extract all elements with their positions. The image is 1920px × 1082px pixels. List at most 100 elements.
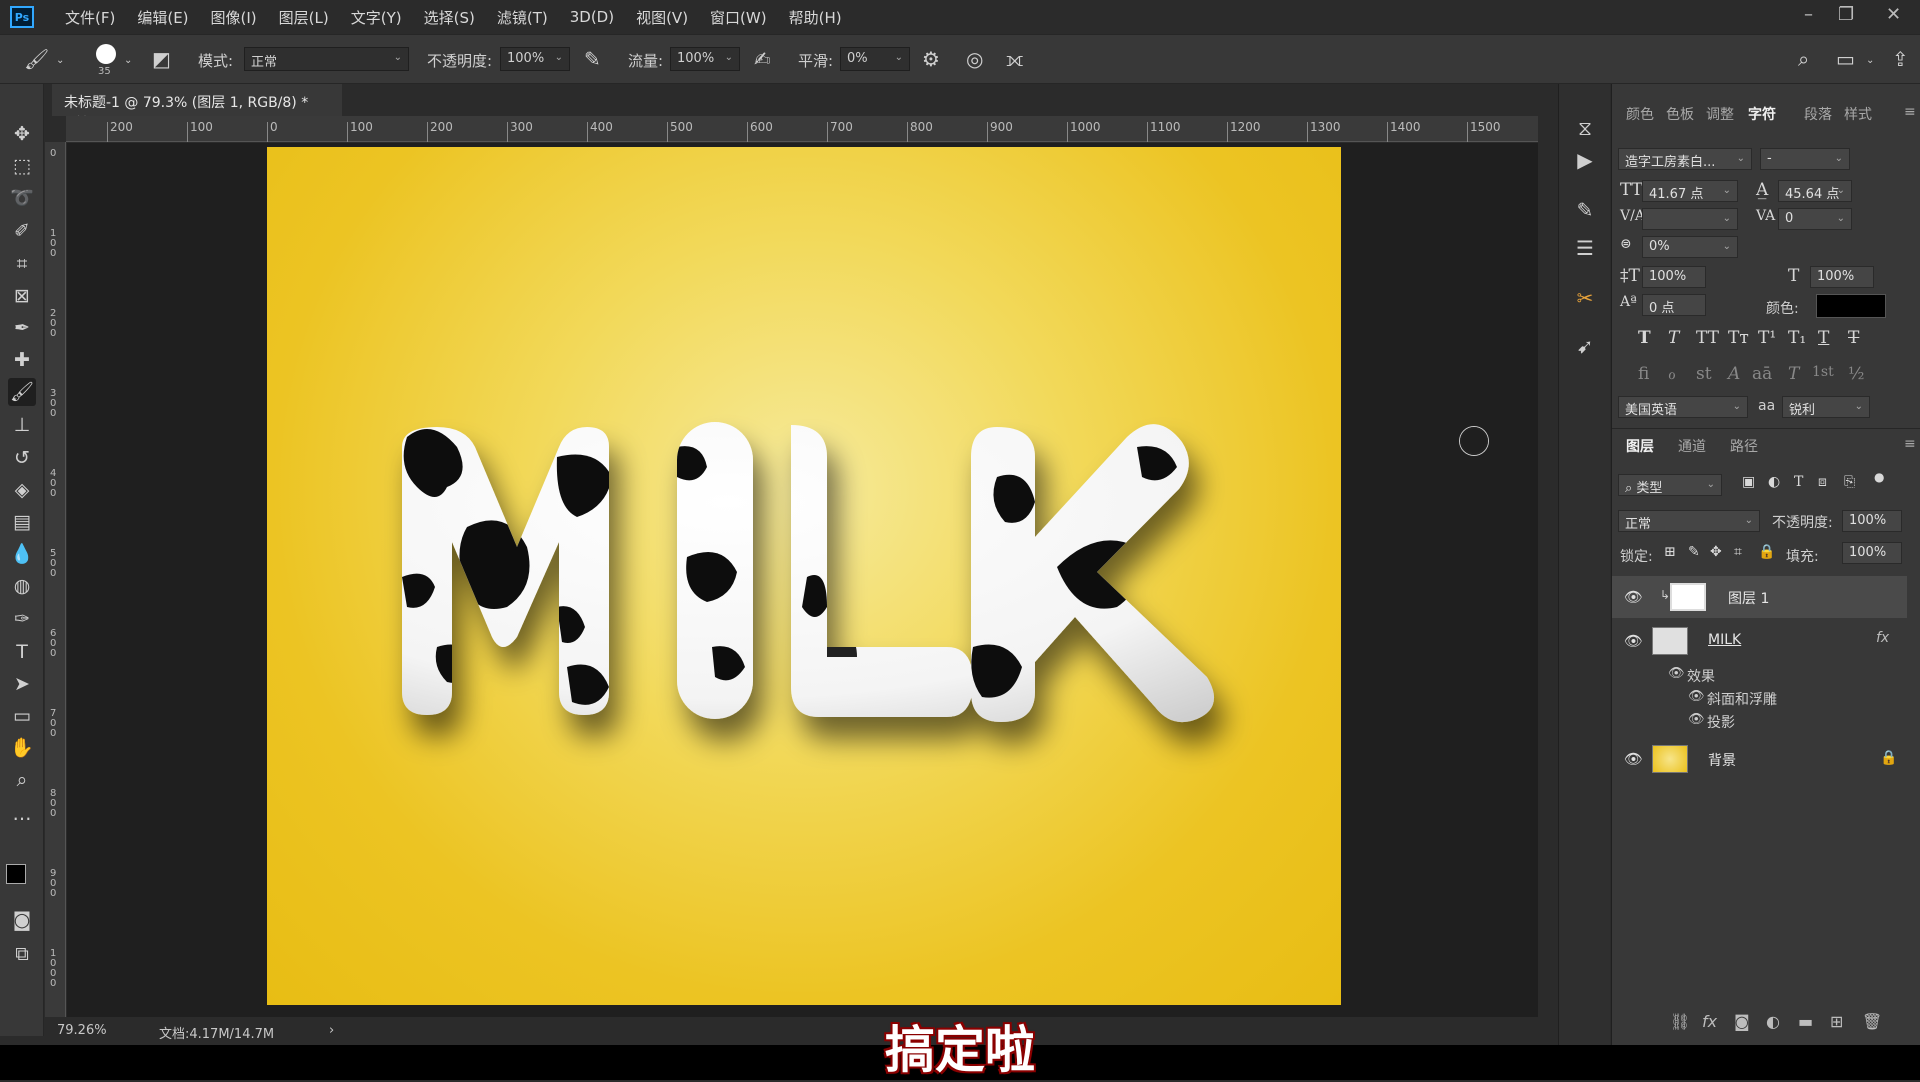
delete-layer-icon[interactable]: 🗑: [1862, 1012, 1882, 1031]
move-tool-icon[interactable]: ✥: [8, 120, 36, 148]
clone-source-icon[interactable]: ➹: [1571, 332, 1599, 360]
foreground-color-swatch[interactable]: [6, 864, 26, 884]
frame-tool-icon[interactable]: ⊠: [8, 282, 36, 310]
link-layers-icon[interactable]: ⛓: [1670, 1012, 1690, 1031]
menu-image[interactable]: 图像(I): [200, 7, 268, 28]
effect-eye-icon[interactable]: 👁: [1688, 712, 1705, 727]
tab-character[interactable]: 字符: [1748, 104, 1776, 124]
menu-select[interactable]: 选择(S): [413, 7, 486, 28]
blur-tool-icon[interactable]: 💧: [8, 540, 36, 568]
layers-menu-icon[interactable]: ≡: [1904, 436, 1916, 452]
lock-pixels-icon[interactable]: ✎: [1688, 544, 1700, 560]
discretionary-ligatures-button[interactable]: st: [1696, 364, 1712, 384]
filter-shape-icon[interactable]: ⧈: [1818, 474, 1827, 490]
underline-button[interactable]: T: [1818, 328, 1829, 348]
vertical-scale-field[interactable]: 100%: [1642, 266, 1706, 288]
add-mask-icon[interactable]: ◙: [1734, 1012, 1750, 1031]
brush-settings-panel-icon[interactable]: ✎: [1571, 196, 1599, 224]
properties-panel-icon[interactable]: ☰: [1571, 234, 1599, 262]
font-family-select[interactable]: 造字工房素白... ⌄: [1618, 148, 1752, 170]
fill-field[interactable]: 100%: [1842, 542, 1902, 564]
restore-icon[interactable]: ❐: [1838, 4, 1854, 25]
visibility-eye-icon[interactable]: 👁: [1624, 632, 1643, 650]
document-tab[interactable]: 未标题-1 @ 79.3% (图层 1, RGB/8) * ×: [52, 84, 342, 128]
visibility-eye-icon[interactable]: 👁: [1624, 588, 1643, 606]
healing-tool-icon[interactable]: ✚: [8, 346, 36, 374]
fx-badge[interactable]: fx: [1876, 630, 1889, 646]
zoom-tool-icon[interactable]: ⌕: [8, 766, 36, 794]
menu-type[interactable]: 文字(Y): [340, 7, 413, 28]
dodge-tool-icon[interactable]: ◍: [8, 572, 36, 600]
pressure-size-icon[interactable]: ◎: [966, 47, 983, 71]
history-brush-tool-icon[interactable]: ↺: [8, 444, 36, 472]
kerning-field[interactable]: ⌄: [1642, 208, 1738, 230]
tab-adjustments[interactable]: 调整: [1706, 104, 1734, 124]
old-style-button[interactable]: ℴ: [1668, 364, 1676, 384]
tab-swatches[interactable]: 色板: [1666, 104, 1694, 124]
filter-smart-object-icon[interactable]: ⎘: [1844, 474, 1855, 490]
stylistic-alternates-button[interactable]: aā: [1752, 364, 1772, 384]
filter-toggle-icon[interactable]: ●: [1874, 470, 1884, 484]
gradient-tool-icon[interactable]: ▤: [8, 508, 36, 536]
tab-channels[interactable]: 通道: [1678, 436, 1706, 456]
quick-mask-icon[interactable]: ◙: [8, 906, 36, 934]
new-layer-icon[interactable]: ⊞: [1830, 1012, 1843, 1031]
layer-row-background[interactable]: 👁 背景 🔒: [1612, 738, 1907, 780]
tab-styles[interactable]: 样式: [1844, 104, 1872, 124]
more-tools-icon[interactable]: …: [8, 800, 36, 828]
stamp-tool-icon[interactable]: ⊥: [8, 411, 36, 439]
filter-pixel-icon[interactable]: ▣: [1742, 474, 1755, 490]
new-adjustment-icon[interactable]: ◐: [1766, 1012, 1780, 1031]
brush-preview-icon[interactable]: [96, 44, 116, 64]
mode-select[interactable]: 正常 ⌄: [244, 47, 409, 71]
symmetry-icon[interactable]: ⟗: [1006, 47, 1023, 71]
small-caps-button[interactable]: Tт: [1728, 328, 1749, 348]
blend-mode-select[interactable]: 正常 ⌄: [1618, 510, 1760, 532]
fractions-button[interactable]: ½: [1848, 364, 1864, 384]
ordinals-button[interactable]: 1st: [1812, 364, 1834, 380]
filter-adjustment-icon[interactable]: ◐: [1768, 474, 1780, 490]
quick-select-tool-icon[interactable]: ✐: [8, 217, 36, 245]
rectangle-tool-icon[interactable]: ▭: [8, 702, 36, 730]
brush-tool-icon[interactable]: 🖌: [24, 47, 49, 71]
visibility-eye-icon[interactable]: 👁: [1624, 750, 1643, 768]
filter-type-icon[interactable]: T: [1794, 474, 1803, 490]
crop-tool-icon[interactable]: ⌗: [8, 250, 36, 278]
layer-name[interactable]: 背景: [1708, 750, 1736, 770]
share-icon[interactable]: ⇪: [1892, 47, 1909, 71]
all-caps-button[interactable]: TT: [1696, 328, 1719, 348]
tab-paths[interactable]: 路径: [1730, 436, 1758, 456]
superscript-button[interactable]: T¹: [1758, 328, 1776, 348]
tab-layers[interactable]: 图层: [1626, 436, 1654, 456]
tab-color[interactable]: 颜色: [1626, 104, 1654, 124]
text-color-swatch[interactable]: [1816, 294, 1886, 318]
lock-all-icon[interactable]: 🔒: [1758, 544, 1775, 560]
eyedropper-tool-icon[interactable]: ✒: [8, 314, 36, 342]
airbrush-icon[interactable]: ✍: [754, 47, 771, 71]
menu-filter[interactable]: 滤镜(T): [486, 7, 559, 28]
lasso-tool-icon[interactable]: ➰: [8, 184, 36, 212]
type-tool-icon[interactable]: T: [8, 638, 36, 666]
horizontal-scale-field[interactable]: 100%: [1810, 266, 1874, 288]
menu-3d[interactable]: 3D(D): [559, 8, 625, 26]
subscript-button[interactable]: T₁: [1788, 328, 1806, 348]
titling-alternates-button[interactable]: T: [1788, 364, 1799, 384]
menu-help[interactable]: 帮助(H): [778, 7, 853, 28]
path-select-tool-icon[interactable]: ➤: [8, 670, 36, 698]
add-style-icon[interactable]: fx: [1702, 1012, 1717, 1031]
menu-window[interactable]: 窗口(W): [699, 7, 778, 28]
hand-tool-icon[interactable]: ✋: [8, 734, 36, 762]
eraser-tool-icon[interactable]: ◈: [8, 476, 36, 504]
baseline-shift-field[interactable]: 0 点: [1642, 294, 1706, 316]
layer-name[interactable]: 图层 1: [1728, 588, 1769, 608]
history-panel-icon[interactable]: ⧖: [1571, 114, 1599, 142]
brush-tool-icon[interactable]: 🖌: [8, 378, 36, 406]
panel-menu-icon[interactable]: ≡: [1904, 104, 1916, 120]
chevron-down-icon[interactable]: ⌄: [124, 55, 132, 66]
brush-settings-icon[interactable]: ◩: [152, 47, 171, 71]
smoothing-field[interactable]: 0% ⌄: [840, 47, 910, 71]
chevron-down-icon[interactable]: ⌄: [56, 55, 64, 66]
menu-view[interactable]: 视图(V): [625, 7, 699, 28]
effects-eye-icon[interactable]: 👁: [1668, 666, 1685, 681]
language-select[interactable]: 美国英语 ⌄: [1618, 396, 1748, 418]
